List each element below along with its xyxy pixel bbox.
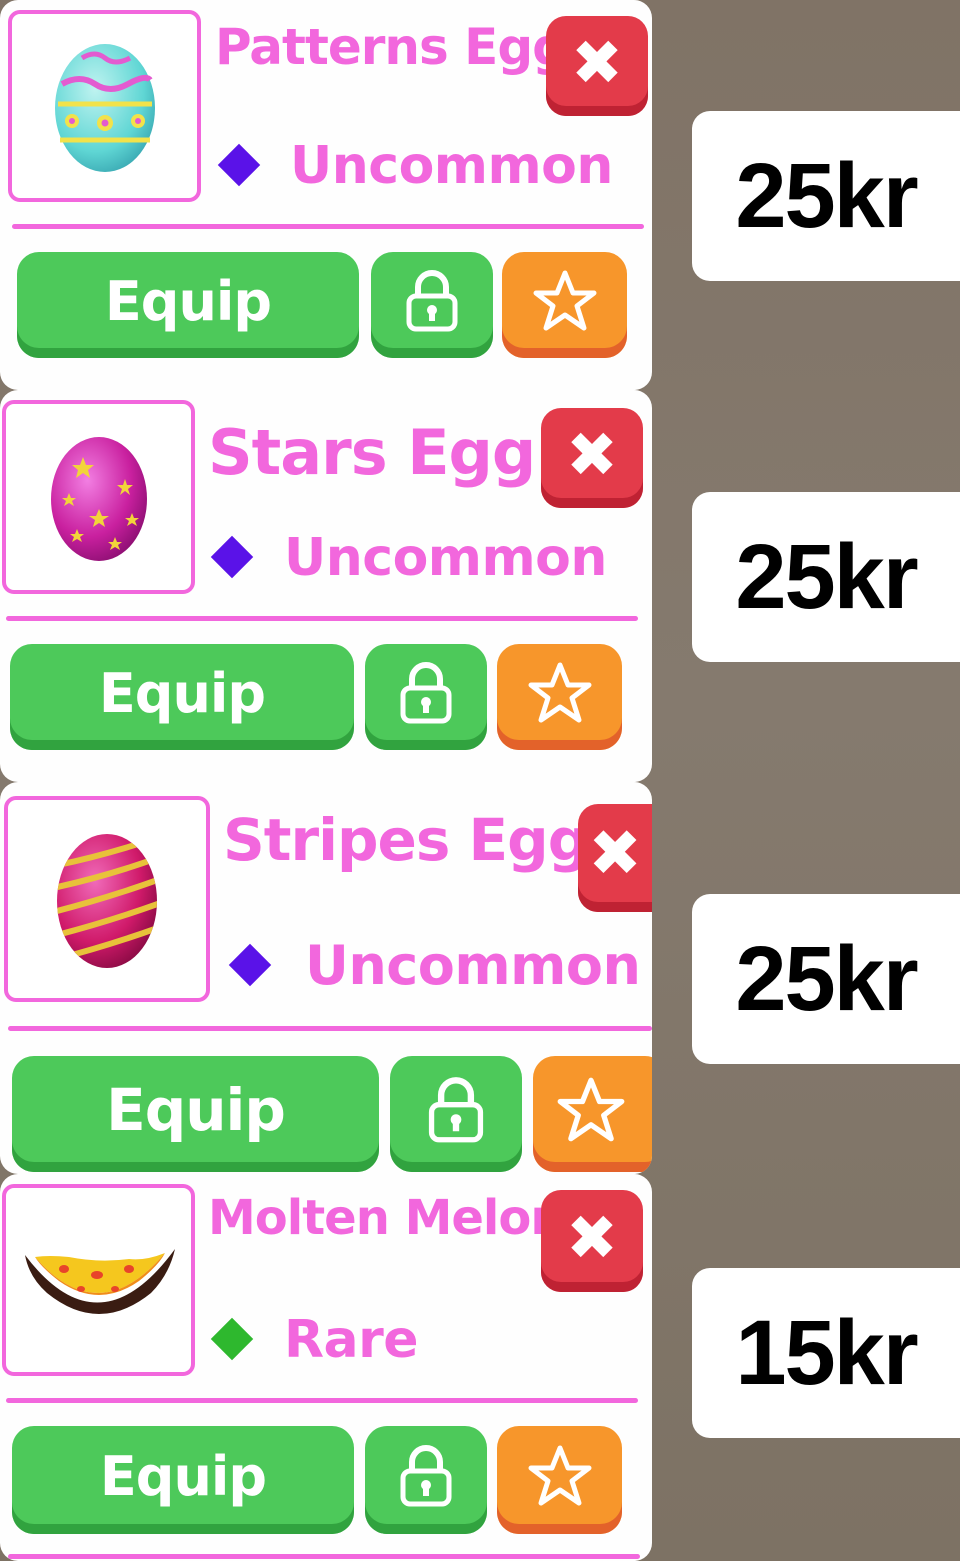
equip-button[interactable]: Equip <box>10 644 354 750</box>
close-icon: ✖ <box>571 25 623 99</box>
item-thumbnail[interactable] <box>8 10 201 202</box>
divider <box>8 1554 640 1559</box>
rarity-diamond-icon <box>210 1317 254 1361</box>
lock-button[interactable] <box>371 252 493 358</box>
favorite-button[interactable] <box>497 644 622 750</box>
star-icon <box>528 1445 591 1506</box>
stars-egg-icon <box>50 437 147 561</box>
close-button[interactable]: ✖ <box>541 408 643 508</box>
lock-button[interactable] <box>365 1426 487 1534</box>
price-label: 15kr <box>692 1268 960 1438</box>
star-icon <box>557 1077 625 1142</box>
lock-icon <box>406 270 458 332</box>
equip-button[interactable]: Equip <box>17 252 359 358</box>
item-thumbnail[interactable] <box>4 796 210 1002</box>
item-thumbnail[interactable] <box>2 1184 195 1376</box>
close-button[interactable]: ✖ <box>578 804 652 912</box>
lock-icon <box>400 1445 452 1507</box>
molten-melon-icon <box>24 1249 175 1314</box>
stripes-egg-icon <box>57 834 157 968</box>
close-button[interactable]: ✖ <box>541 1190 643 1292</box>
item-name: Patterns Egg <box>215 18 568 76</box>
close-icon: ✖ <box>566 1200 618 1274</box>
lock-button[interactable] <box>390 1056 522 1172</box>
item-card-stars-egg: Stars Egg Uncommon ✖ Equip <box>0 390 652 782</box>
patterns-egg-icon <box>54 44 155 172</box>
divider <box>6 616 638 621</box>
item-name: Molten Melon <box>208 1190 564 1246</box>
item-card-molten-melon: Molten Melon Rare ✖ Equip <box>0 1174 652 1561</box>
close-icon: ✖ <box>566 417 618 491</box>
item-card-stripes-egg: Stripes Egg Uncommon ✖ Equip <box>0 782 652 1174</box>
star-icon <box>533 270 596 331</box>
divider <box>8 1026 652 1031</box>
item-thumbnail[interactable] <box>2 400 195 594</box>
price-label: 25kr <box>692 894 960 1064</box>
item-rarity: Uncommon <box>284 528 607 588</box>
item-card-patterns-egg: Patterns Egg Uncommon ✖ Equip <box>0 0 652 390</box>
lock-icon <box>428 1077 484 1143</box>
close-button[interactable]: ✖ <box>546 16 648 116</box>
item-rarity: Uncommon <box>305 934 641 997</box>
favorite-button[interactable] <box>533 1056 652 1172</box>
item-name: Stripes Egg <box>223 806 589 874</box>
item-name: Stars Egg <box>208 416 536 489</box>
equip-button[interactable]: Equip <box>12 1056 379 1172</box>
price-label: 25kr <box>692 111 960 281</box>
close-icon: ✖ <box>588 817 642 891</box>
lock-icon <box>400 662 452 724</box>
rarity-diamond-icon <box>228 943 272 987</box>
favorite-button[interactable] <box>497 1426 622 1534</box>
equip-button[interactable]: Equip <box>12 1426 354 1534</box>
lock-button[interactable] <box>365 644 487 750</box>
price-label: 25kr <box>692 492 960 662</box>
star-icon <box>528 662 591 723</box>
divider <box>12 224 644 229</box>
rarity-diamond-icon <box>210 535 254 579</box>
favorite-button[interactable] <box>502 252 627 358</box>
divider <box>6 1398 638 1403</box>
item-rarity: Rare <box>284 1310 419 1370</box>
rarity-diamond-icon <box>217 143 261 187</box>
item-rarity: Uncommon <box>290 136 613 196</box>
